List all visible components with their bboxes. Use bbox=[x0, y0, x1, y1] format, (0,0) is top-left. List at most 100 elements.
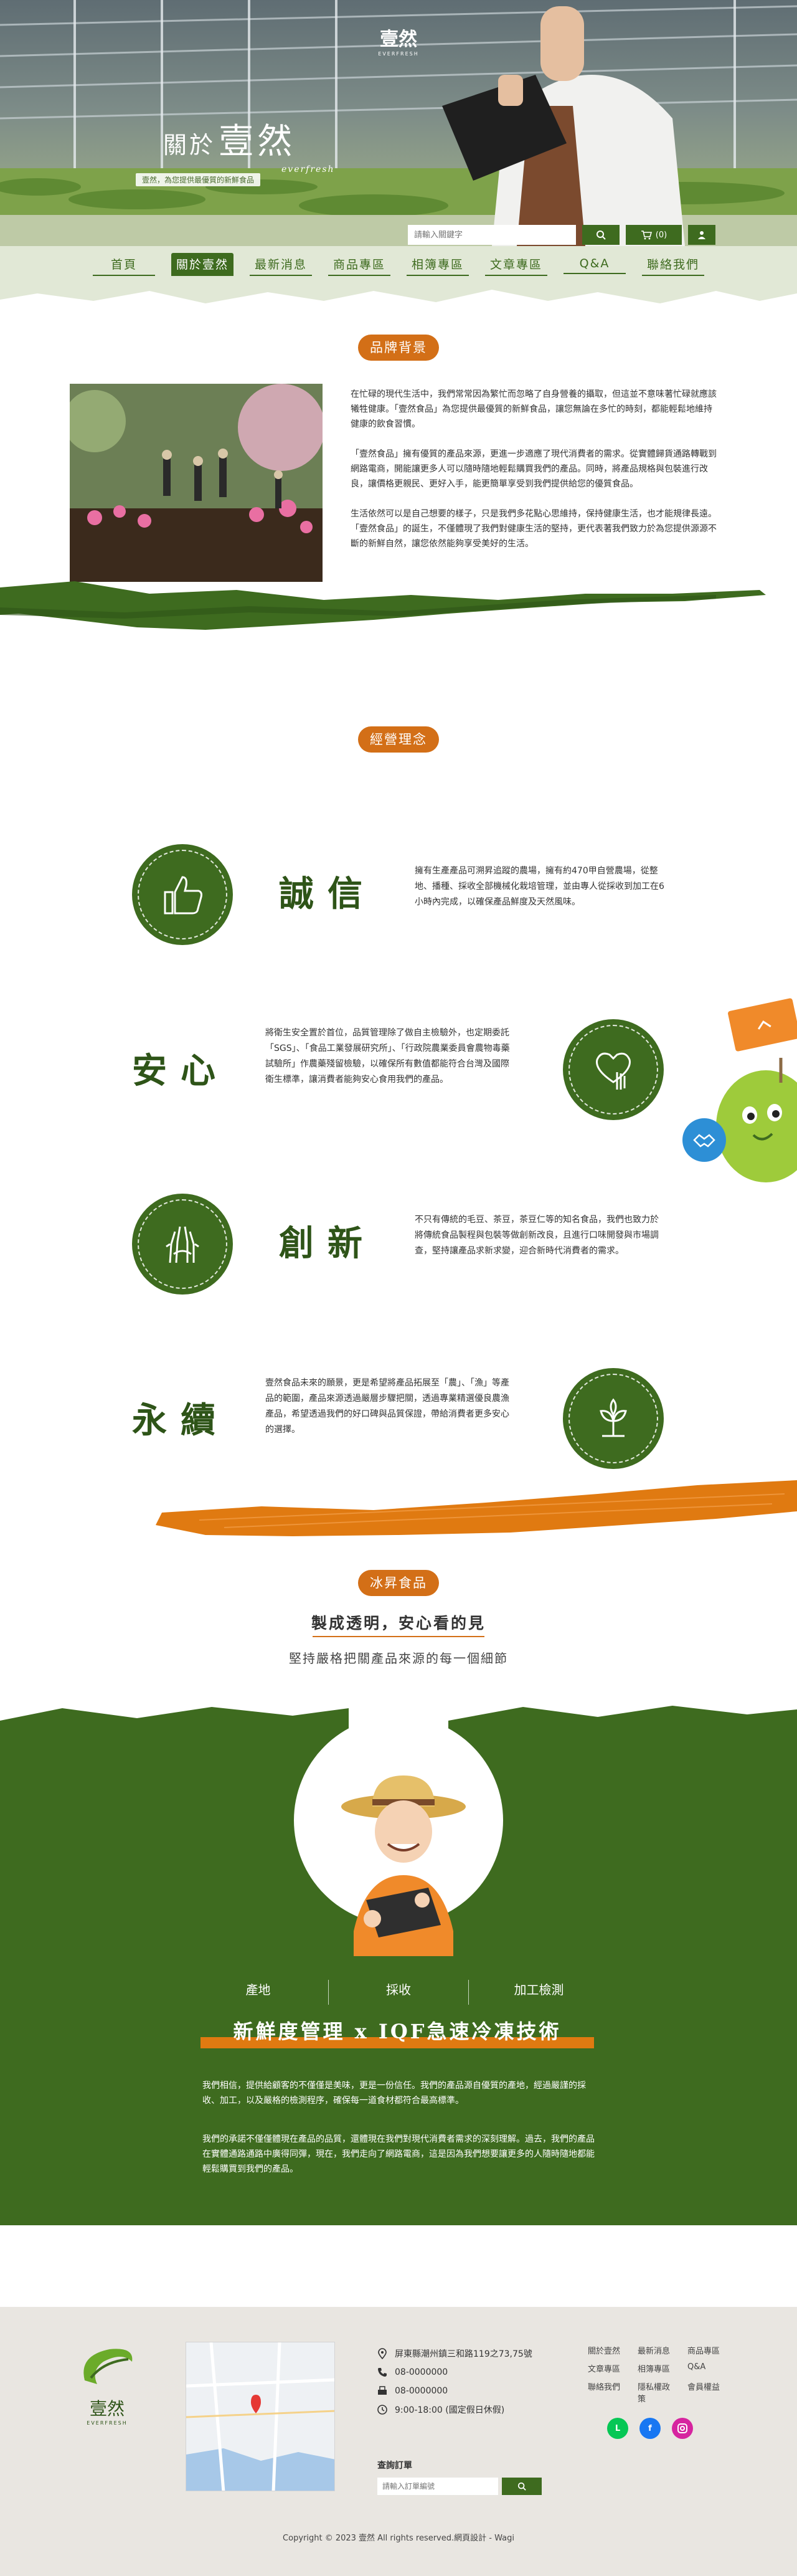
footer-link[interactable]: 會員權益 bbox=[687, 2380, 725, 2404]
footer-link[interactable]: 商品專區 bbox=[687, 2344, 725, 2356]
frozen-paragraph: 我們相信，提供給顧客的不僅僅是美味，更是一份信任。我們的產品源自優質的產地，經過… bbox=[202, 2081, 586, 2106]
nav-about[interactable]: 關於壹然 bbox=[171, 252, 233, 276]
footer-link[interactable]: 隱私權政策 bbox=[638, 2380, 675, 2404]
footer-logo[interactable]: 壹然 EVERFRESH bbox=[72, 2343, 142, 2426]
line-icon[interactable]: L bbox=[607, 2418, 628, 2439]
sustainability-emblem bbox=[563, 1368, 664, 1469]
hours-text: 9:00-18:00 (國定假日休假) bbox=[395, 2405, 505, 2415]
search-button[interactable] bbox=[582, 225, 620, 245]
hands-idea-icon bbox=[166, 1226, 199, 1263]
nav-news[interactable]: 最新消息 bbox=[250, 253, 312, 276]
phone-icon bbox=[378, 2368, 387, 2377]
pillar-title: 安心 bbox=[132, 1050, 229, 1091]
order-number-input[interactable] bbox=[377, 2478, 498, 2495]
footer-links: 關於壹然 最新消息 商品專區 文章專區 相簿專區 Q&A 聯絡我們 隱私權政策 … bbox=[588, 2344, 725, 2404]
order-search-button[interactable] bbox=[502, 2478, 542, 2495]
social-links: L f bbox=[607, 2418, 693, 2439]
user-icon bbox=[698, 231, 705, 239]
pillar-title: 永續 bbox=[132, 1400, 229, 1441]
site-logo[interactable]: 壹然 EVERFRESH bbox=[367, 24, 430, 57]
mascot-illustration bbox=[716, 1058, 797, 1182]
hero-title-en: everfresh bbox=[281, 164, 335, 174]
hero-subtitle: 壹然，為您提供最優質的新鮮食品 bbox=[136, 173, 261, 186]
process-tabs: 產地 採收 加工檢測 bbox=[194, 1980, 603, 2005]
facebook-icon[interactable]: f bbox=[639, 2418, 661, 2439]
philosophy-section: 經營理念 誠信 擁有生產產品可溯昇追蹤的農場，擁有約470甲自營農場，從整地、播… bbox=[0, 634, 797, 1544]
footer-link[interactable]: 聯絡我們 bbox=[588, 2380, 625, 2404]
location-pin-icon bbox=[378, 2348, 387, 2359]
tab-inspection[interactable]: 加工檢測 bbox=[475, 1980, 603, 1998]
hero-banner: 壹然 EVERFRESH 關於 壹然 everfresh 壹然，為您提供最優質的… bbox=[0, 0, 797, 246]
section-badge-brand: 品牌背景 bbox=[358, 335, 439, 361]
hero-title: 關於 壹然 everfresh bbox=[163, 113, 334, 174]
fax-icon bbox=[378, 2386, 387, 2395]
site-footer: 壹然 EVERFRESH 屏東縣潮州鎮三和路119之73,75號 08-0000… bbox=[0, 2307, 797, 2576]
pillar-text: 擁有生產產品可溯昇追蹤的農場，擁有約470甲自營農場，從整地、播種、採收全部機械… bbox=[415, 866, 664, 907]
thumbs-up-icon bbox=[164, 876, 202, 915]
nav-home[interactable]: 首頁 bbox=[93, 253, 155, 276]
tab-origin[interactable]: 產地 bbox=[194, 1980, 322, 1998]
brand-paragraph: 生活依然可以是自己想要的樣子，只是我們多花點心思維持，保持健康生活，也才能規律長… bbox=[351, 509, 717, 549]
innovation-emblem bbox=[132, 1194, 233, 1295]
pillar-text: 不只有傳統的毛豆、茶豆，茶豆仁等的知名食品，我們也致力於將傳統食品製程與包裝等做… bbox=[415, 1215, 659, 1256]
pillar-text: 將衛生安全置於首位，品質管理除了做自主檢驗外，也定期委託「SGS」、「食品工業發… bbox=[265, 1028, 510, 1085]
paper-tear-top bbox=[0, 282, 797, 303]
green-brush-stroke bbox=[0, 581, 766, 630]
footer-logo-sub: EVERFRESH bbox=[87, 2420, 128, 2426]
orange-brush-stroke bbox=[156, 1480, 797, 1536]
iqf-title-text: 新鮮度管理 x IQF急速冷凍技術 bbox=[233, 2020, 562, 2043]
miniature-farmers-photo bbox=[70, 384, 323, 582]
tab-divider bbox=[468, 1980, 469, 2005]
phone-text[interactable]: 08-0000000 bbox=[395, 2367, 448, 2377]
search-input[interactable] bbox=[408, 225, 576, 245]
nav-albums[interactable]: 相簿專區 bbox=[407, 253, 469, 276]
cart-count: (0) bbox=[655, 230, 667, 240]
cart-button[interactable]: (0) bbox=[626, 225, 682, 245]
brand-story: 在忙碌的現代生活中，我們常常因為繁忙而忽略了自身營養的攝取，但這並不意味著忙碌就… bbox=[351, 387, 718, 566]
peace-of-mind-emblem bbox=[563, 1019, 664, 1120]
logo-mark: 壹然 bbox=[380, 29, 417, 50]
nav-products[interactable]: 商品專區 bbox=[328, 253, 390, 276]
hero-title-brand: 壹然 bbox=[219, 121, 296, 162]
footer-link[interactable]: 文章專區 bbox=[588, 2362, 625, 2374]
pillar-title: 誠信 bbox=[279, 873, 376, 915]
section-heading: 製成透明，安心看的見 bbox=[311, 1614, 486, 1632]
iqf-title: 新鮮度管理 x IQF急速冷凍技術 bbox=[200, 2016, 594, 2050]
search-icon bbox=[517, 2482, 526, 2491]
hero-title-prefix: 關於 bbox=[163, 131, 216, 159]
contact-info: 屏東縣潮州鎮三和路119之73,75號 08-0000000 08-000000… bbox=[377, 2344, 532, 2419]
footer-link[interactable]: Q&A bbox=[687, 2362, 725, 2374]
footer-link[interactable]: 關於壹然 bbox=[588, 2344, 625, 2356]
section-badge-philosophy: 經營理念 bbox=[358, 726, 439, 753]
brand-paragraph: 在忙碌的現代生活中，我們常常因為繁忙而忽略了自身營養的攝取，但這並不意味著忙碌就… bbox=[351, 389, 717, 429]
footer-link[interactable]: 最新消息 bbox=[638, 2344, 675, 2356]
footer-logo-text: 壹然 bbox=[89, 2398, 125, 2419]
handshake-icon bbox=[693, 1134, 715, 1148]
fax-text: 08-0000000 bbox=[395, 2386, 448, 2396]
section-badge-frozen: 冰昇食品 bbox=[358, 1570, 439, 1596]
tab-divider bbox=[328, 1980, 329, 2005]
pillar-text: 壹然食品未來的願景，更是希望將產品拓展至「農」、「漁」等產品的範圍，產品來源透過… bbox=[265, 1378, 509, 1435]
section-subheading: 堅持嚴格把關產品來源的每一個細節 bbox=[289, 1651, 508, 1666]
header-tools: (0) bbox=[408, 225, 715, 245]
footer-link[interactable]: 相簿專區 bbox=[638, 2362, 675, 2374]
leaf-icon bbox=[600, 1398, 627, 1437]
tab-harvest[interactable]: 採收 bbox=[335, 1980, 463, 1998]
order-lookup-title: 查詢訂單 bbox=[377, 2461, 412, 2471]
cart-icon bbox=[641, 231, 652, 240]
brand-paragraph: 「壹然食品」擁有優質的產品來源，更進一步適應了現代消費者的需求。從實體歸貨通路轉… bbox=[351, 449, 717, 489]
farmer-photo bbox=[442, 6, 685, 246]
heart-hand-icon bbox=[596, 1052, 631, 1090]
instagram-icon[interactable] bbox=[672, 2418, 693, 2439]
location-map[interactable] bbox=[186, 2342, 335, 2491]
nav-qa[interactable]: Q&A bbox=[564, 254, 626, 274]
copyright-text: Copyright © 2023 壹然 All rights reserved.… bbox=[283, 2534, 514, 2543]
brand-section: 品牌背景 在忙碌的現代生活中，我們常常因為繁忙而忽略了自身營養的攝取，但這並不意… bbox=[0, 282, 797, 634]
nav-articles[interactable]: 文章專區 bbox=[485, 253, 547, 276]
account-button[interactable] bbox=[688, 225, 715, 245]
frozen-food-section: 冰昇食品 製成透明，安心看的見 堅持嚴格把關產品來源的每一個細節 產地 採收 加… bbox=[0, 1544, 797, 2307]
customer-service-button[interactable] bbox=[682, 1118, 726, 1162]
pillar-title: 創新 bbox=[279, 1223, 376, 1264]
logo-subtext: EVERFRESH bbox=[378, 51, 419, 57]
nav-contact[interactable]: 聯絡我們 bbox=[642, 253, 704, 276]
